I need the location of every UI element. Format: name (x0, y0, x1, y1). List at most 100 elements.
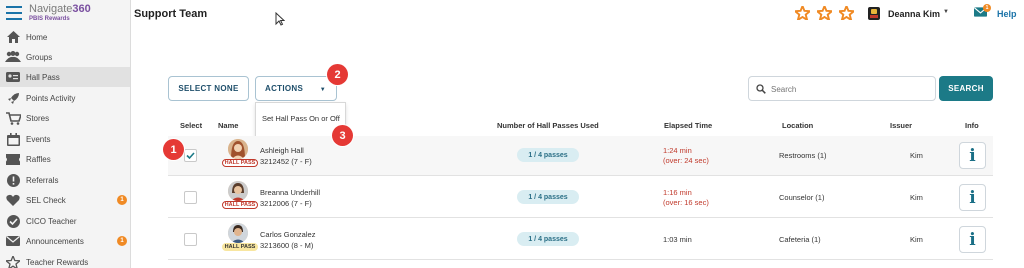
star-icon[interactable] (839, 6, 854, 20)
hall-pass-label: HALL PASS (222, 243, 258, 251)
student-id: 3212452 (7 - F) (260, 157, 312, 166)
brand-logo: Navigate360 (29, 3, 91, 15)
location: Counselor (1) (779, 193, 825, 202)
star-icon[interactable] (817, 6, 832, 20)
header-info: Info (965, 121, 979, 130)
star-icon (5, 255, 21, 268)
sidebar-item-points-activity[interactable]: Points Activity (0, 88, 130, 108)
table-row: HALL PASS Carlos Gonzalez 3213600 (8 - M… (168, 220, 993, 260)
search-button[interactable]: SEARCH (939, 76, 993, 101)
sidebar-item-label: Events (26, 134, 51, 144)
header-elapsed: Elapsed Time (664, 121, 713, 130)
hall-pass-icon (5, 70, 21, 84)
hall-pass-label: HALL PASS (222, 201, 258, 209)
search-box (748, 76, 936, 101)
sidebar-item-events[interactable]: Events (0, 129, 130, 149)
avatar (228, 139, 248, 159)
passes-badge: 1 / 4 passes (517, 148, 579, 162)
user-name[interactable]: Deanna Kim (888, 9, 940, 19)
student-photo: HALL PASS (222, 139, 258, 167)
callout-marker: 2 (327, 64, 348, 85)
menu-item-set-hall-pass[interactable]: Set Hall Pass On or Off (262, 113, 340, 124)
callout-marker: 3 (332, 125, 353, 146)
app: Navigate360 PBIS Rewards Home Groups Hal… (0, 0, 1024, 268)
home-icon (5, 30, 21, 44)
location: Cafeteria (1) (779, 235, 821, 244)
checkmark-icon (186, 152, 195, 160)
elapsed-time: 1:03 min (663, 235, 692, 244)
envelope-icon (5, 234, 21, 248)
passes-badge: 1 / 4 passes (517, 232, 579, 246)
hamburger-menu-icon[interactable] (6, 6, 22, 20)
callout-marker: 1 (163, 139, 184, 160)
header-issuer: Issuer (890, 121, 913, 130)
header-location: Location (782, 121, 814, 130)
issuer: Kim (910, 151, 923, 160)
chevron-down-icon[interactable]: ▼ (943, 9, 949, 15)
info-button[interactable]: i (959, 226, 986, 253)
star-icon[interactable] (795, 6, 810, 20)
mouse-cursor-icon (275, 12, 285, 26)
search-input[interactable] (771, 80, 931, 98)
row-checkbox[interactable] (184, 149, 197, 162)
table-row: HALL PASS Ashleigh Hall 3212452 (7 - F) … (168, 136, 993, 176)
student-id: 3212006 (7 - F) (260, 199, 312, 208)
sidebar-item-label: Raffles (26, 154, 51, 164)
sidebar-item-label: Groups (26, 52, 53, 62)
check-circle-icon (5, 214, 21, 228)
sidebar-item-label: Home (26, 32, 48, 42)
elapsed-time: 1:24 min (over: 24 sec) (663, 146, 709, 165)
location: Restrooms (1) (779, 151, 827, 160)
sidebar-item-label: Teacher Rewards (26, 257, 89, 267)
student-name: Ashleigh Hall (260, 146, 304, 155)
row-checkbox[interactable] (184, 191, 197, 204)
avatar (228, 223, 248, 243)
row-checkbox[interactable] (184, 233, 197, 246)
header-name: Name (218, 121, 239, 130)
alert-icon (5, 173, 21, 187)
brand-subtitle: PBIS Rewards (29, 16, 70, 22)
user-avatar[interactable] (868, 7, 880, 20)
sidebar-item-label: CICO Teacher (26, 216, 77, 226)
sidebar-item-label: Stores (26, 113, 50, 123)
info-button[interactable]: i (959, 142, 986, 169)
sidebar-item-label: Hall Pass (26, 72, 60, 82)
sidebar-item-home[interactable]: Home (0, 27, 130, 47)
info-button[interactable]: i (959, 184, 986, 211)
sidebar-item-groups[interactable]: Groups (0, 47, 130, 67)
student-name: Breanna Underhill (260, 188, 321, 197)
sidebar: Navigate360 PBIS Rewards Home Groups Hal… (0, 0, 131, 268)
sidebar-item-stores[interactable]: Stores (0, 108, 130, 128)
elapsed-time: 1:16 min (over: 16 sec) (663, 188, 709, 207)
issuer: Kim (910, 193, 923, 202)
rocket-icon (5, 91, 21, 105)
select-none-button[interactable]: SELECT NONE (168, 76, 249, 101)
star-rating (795, 6, 854, 20)
help-link[interactable]: Help (997, 9, 1017, 19)
sidebar-item-referrals[interactable]: Referrals (0, 170, 130, 190)
hall-pass-label: HALL PASS (222, 159, 258, 167)
top-bar: Support Team Deanna Kim ▼ 1 Help (131, 0, 1024, 28)
actions-label: ACTIONS (265, 84, 304, 93)
header-passes: Number of Hall Passes Used (497, 121, 599, 130)
sidebar-item-hall-pass[interactable]: Hall Pass (0, 67, 130, 87)
sidebar-item-label: Referrals (26, 175, 59, 185)
cart-icon (5, 111, 21, 125)
mail-badge: 1 (983, 4, 991, 12)
notification-badge: 1 (117, 236, 127, 246)
calendar-icon (5, 132, 21, 146)
student-photo: HALL PASS (222, 181, 258, 209)
actions-dropdown[interactable]: ACTIONS ▼ (255, 76, 337, 101)
avatar (228, 181, 248, 201)
sidebar-item-announcements[interactable]: Announcements 1 (0, 231, 130, 251)
sidebar-item-sel-check[interactable]: SEL Check 1 (0, 190, 130, 210)
student-photo: HALL PASS (222, 223, 258, 251)
sidebar-item-teacher-rewards[interactable]: Teacher Rewards (0, 252, 130, 268)
passes-badge: 1 / 4 passes (517, 190, 579, 204)
page-title: Support Team (134, 8, 208, 20)
groups-icon (5, 50, 21, 64)
sidebar-item-cico-teacher[interactable]: CICO Teacher (0, 211, 130, 231)
notification-badge: 1 (117, 195, 127, 205)
sidebar-item-raffles[interactable]: Raffles (0, 149, 130, 169)
sidebar-item-label: SEL Check (26, 195, 66, 205)
